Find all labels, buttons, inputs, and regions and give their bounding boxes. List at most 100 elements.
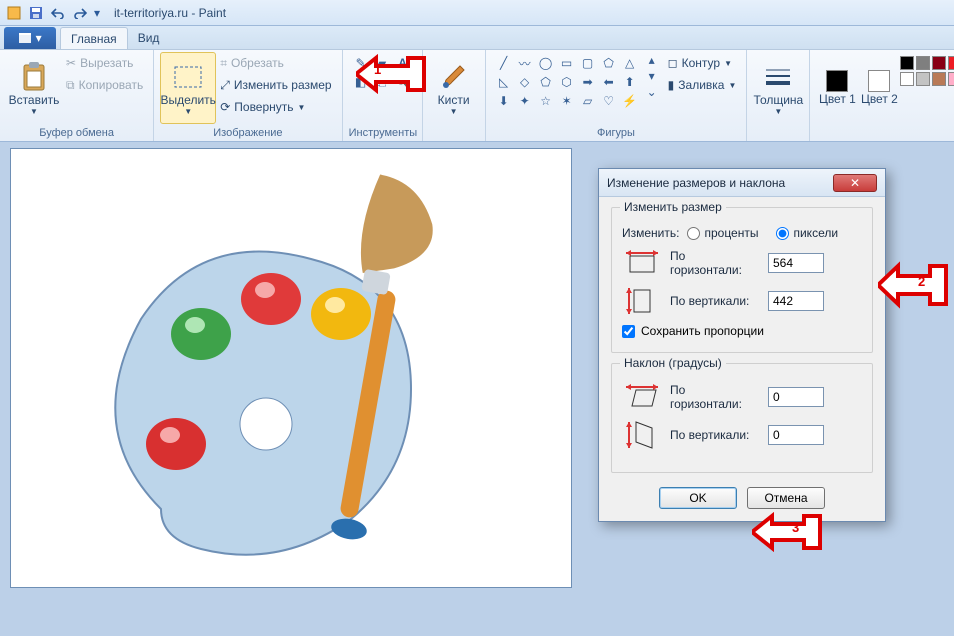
group-colors: Цвет 1 Цвет 2 — [810, 50, 954, 141]
undo-icon[interactable] — [48, 3, 68, 23]
shape-5star-icon[interactable]: ☆ — [536, 92, 556, 110]
color2-swatch — [868, 70, 890, 92]
outline-button[interactable]: ◻ Контур ▼ — [664, 52, 741, 74]
shape-heart-icon[interactable]: ♡ — [599, 92, 619, 110]
skew-vertical-input[interactable] — [768, 425, 824, 445]
shape-larrow-icon[interactable]: ⬅ — [599, 73, 619, 91]
clipboard-icon — [18, 61, 50, 93]
palette-swatch[interactable] — [932, 56, 946, 70]
keep-ratio-checkbox[interactable]: Сохранить пропорции — [622, 324, 862, 338]
group-image-label: Изображение — [160, 127, 335, 141]
resize-skew-dialog: Изменение размеров и наклона ✕ Изменить … — [598, 168, 886, 522]
dialog-titlebar[interactable]: Изменение размеров и наклона ✕ — [599, 169, 885, 197]
pencil-tool-icon[interactable]: ✎ — [351, 54, 371, 72]
brushes-label: Кисти — [438, 93, 470, 107]
skew-fieldset: Наклон (градусы) По горизонтали: По верт… — [611, 363, 873, 473]
ribbon-tabs: ▾ Главная Вид — [0, 26, 954, 50]
vertical-resize-icon — [622, 286, 662, 316]
shapes-more-icon[interactable]: ⌄ — [646, 84, 658, 100]
crop-label: Обрезать — [231, 56, 284, 70]
brushes-button[interactable]: Кисти ▼ — [429, 52, 479, 124]
group-shapes-label: Фигуры — [492, 127, 741, 141]
ribbon: Вставить ▼ ✂ Вырезать ⧉ Копировать Буфер… — [0, 50, 954, 142]
palette-swatch[interactable] — [932, 72, 946, 86]
shape-line-icon[interactable]: ╱ — [494, 54, 514, 72]
outline-label: Контур — [682, 56, 720, 70]
shape-lightning-icon[interactable]: ⚡ — [620, 92, 640, 110]
resize-icon: ⤢ — [220, 78, 230, 93]
paint-menu-icon[interactable] — [4, 3, 24, 23]
eraser-tool-icon[interactable]: ◧ — [351, 73, 371, 91]
palette-swatch[interactable] — [900, 72, 914, 86]
paint-palette-illustration — [101, 169, 471, 569]
select-button[interactable]: Выделить ▼ — [160, 52, 216, 124]
shape-triangle-icon[interactable]: △ — [620, 54, 640, 72]
shape-oval-icon[interactable]: ◯ — [536, 54, 556, 72]
copy-button[interactable]: ⧉ Копировать — [62, 74, 147, 96]
text-tool-icon[interactable]: A — [393, 54, 413, 72]
pixels-radio[interactable]: пиксели — [776, 226, 838, 240]
zoom-tool-icon[interactable]: 🔍 — [393, 73, 413, 91]
shape-rtriangle-icon[interactable]: ◺ — [494, 73, 514, 91]
paste-button[interactable]: Вставить ▼ — [6, 52, 62, 124]
horizontal-input[interactable] — [768, 253, 824, 273]
shape-curve-icon[interactable]: 〰 — [515, 54, 535, 72]
save-icon[interactable] — [26, 3, 46, 23]
skew-horizontal-label: По горизонтали: — [670, 383, 760, 411]
cut-button[interactable]: ✂ Вырезать — [62, 52, 147, 74]
canvas[interactable] — [10, 148, 572, 588]
shape-polygon-icon[interactable]: ⬠ — [599, 54, 619, 72]
palette-swatch[interactable] — [916, 56, 930, 70]
shape-diamond-icon[interactable]: ◇ — [515, 73, 535, 91]
fill-tool-icon[interactable]: ▰ — [372, 54, 392, 72]
redo-icon[interactable] — [70, 3, 90, 23]
file-tab[interactable]: ▾ — [4, 27, 56, 49]
rotate-button[interactable]: ⟳ Повернуть ▼ — [216, 96, 335, 118]
rotate-icon: ⟳ — [220, 100, 230, 114]
percent-radio[interactable]: проценты — [687, 226, 758, 240]
shape-rect-icon[interactable]: ▭ — [557, 54, 577, 72]
close-icon: ✕ — [850, 176, 860, 190]
shape-callout-icon[interactable]: ▱ — [578, 92, 598, 110]
window-title: it-territoriya.ru - Paint — [114, 6, 226, 20]
shape-uarrow-icon[interactable]: ⬆ — [620, 73, 640, 91]
palette-swatch[interactable] — [900, 56, 914, 70]
resize-button[interactable]: ⤢ Изменить размер — [216, 74, 335, 96]
group-clipboard-label: Буфер обмена — [6, 127, 147, 141]
shape-4star-icon[interactable]: ✦ — [515, 92, 535, 110]
crop-button[interactable]: ⌗ Обрезать — [216, 52, 335, 74]
shapes-scroll-down-icon[interactable]: ▾ — [646, 68, 658, 84]
palette-swatch[interactable] — [948, 72, 954, 86]
shape-roundrect-icon[interactable]: ▢ — [578, 54, 598, 72]
shapes-scroll-up-icon[interactable]: ▴ — [646, 52, 658, 68]
horizontal-resize-icon — [622, 248, 662, 278]
thickness-button[interactable]: Толщина ▼ — [753, 52, 803, 124]
group-clipboard: Вставить ▼ ✂ Вырезать ⧉ Копировать Буфер… — [0, 50, 154, 141]
dialog-close-button[interactable]: ✕ — [833, 174, 877, 192]
tab-view[interactable]: Вид — [128, 27, 170, 49]
shape-pentagon-icon[interactable]: ⬠ — [536, 73, 556, 91]
shape-6star-icon[interactable]: ✶ — [557, 92, 577, 110]
fill-button[interactable]: ▮ Заливка ▼ — [664, 74, 741, 96]
shapes-gallery[interactable]: ╱ 〰 ◯ ▭ ▢ ⬠ △ ◺ ◇ ⬠ ⬡ ➡ ⬅ ⬆ ⬇ ✦ ☆ ✶ ▱ ♡ — [492, 52, 642, 112]
cancel-button[interactable]: Отмена — [747, 487, 825, 509]
color-palette — [900, 52, 954, 86]
ok-button[interactable]: OK — [659, 487, 737, 509]
tab-home[interactable]: Главная — [60, 27, 128, 49]
shape-hexagon-icon[interactable]: ⬡ — [557, 73, 577, 91]
group-shapes: ╱ 〰 ◯ ▭ ▢ ⬠ △ ◺ ◇ ⬠ ⬡ ➡ ⬅ ⬆ ⬇ ✦ ☆ ✶ ▱ ♡ — [486, 50, 748, 141]
color1-button[interactable]: Цвет 1 — [816, 52, 858, 124]
palette-swatch[interactable] — [948, 56, 954, 70]
skew-horizontal-input[interactable] — [768, 387, 824, 407]
palette-swatch[interactable] — [916, 72, 930, 86]
copy-icon: ⧉ — [66, 78, 75, 93]
shape-darrow-icon[interactable]: ⬇ — [494, 92, 514, 110]
color2-button[interactable]: Цвет 2 — [858, 52, 900, 124]
group-image: Выделить ▼ ⌗ Обрезать ⤢ Изменить размер … — [154, 50, 342, 141]
qat-customize-icon[interactable]: ▾ — [92, 3, 102, 23]
vertical-input[interactable] — [768, 291, 824, 311]
resize-label: Изменить размер — [234, 78, 332, 92]
shape-rarrow-icon[interactable]: ➡ — [578, 73, 598, 91]
picker-tool-icon[interactable]: ⎘ — [372, 73, 392, 91]
color2-label: Цвет 2 — [861, 92, 898, 106]
